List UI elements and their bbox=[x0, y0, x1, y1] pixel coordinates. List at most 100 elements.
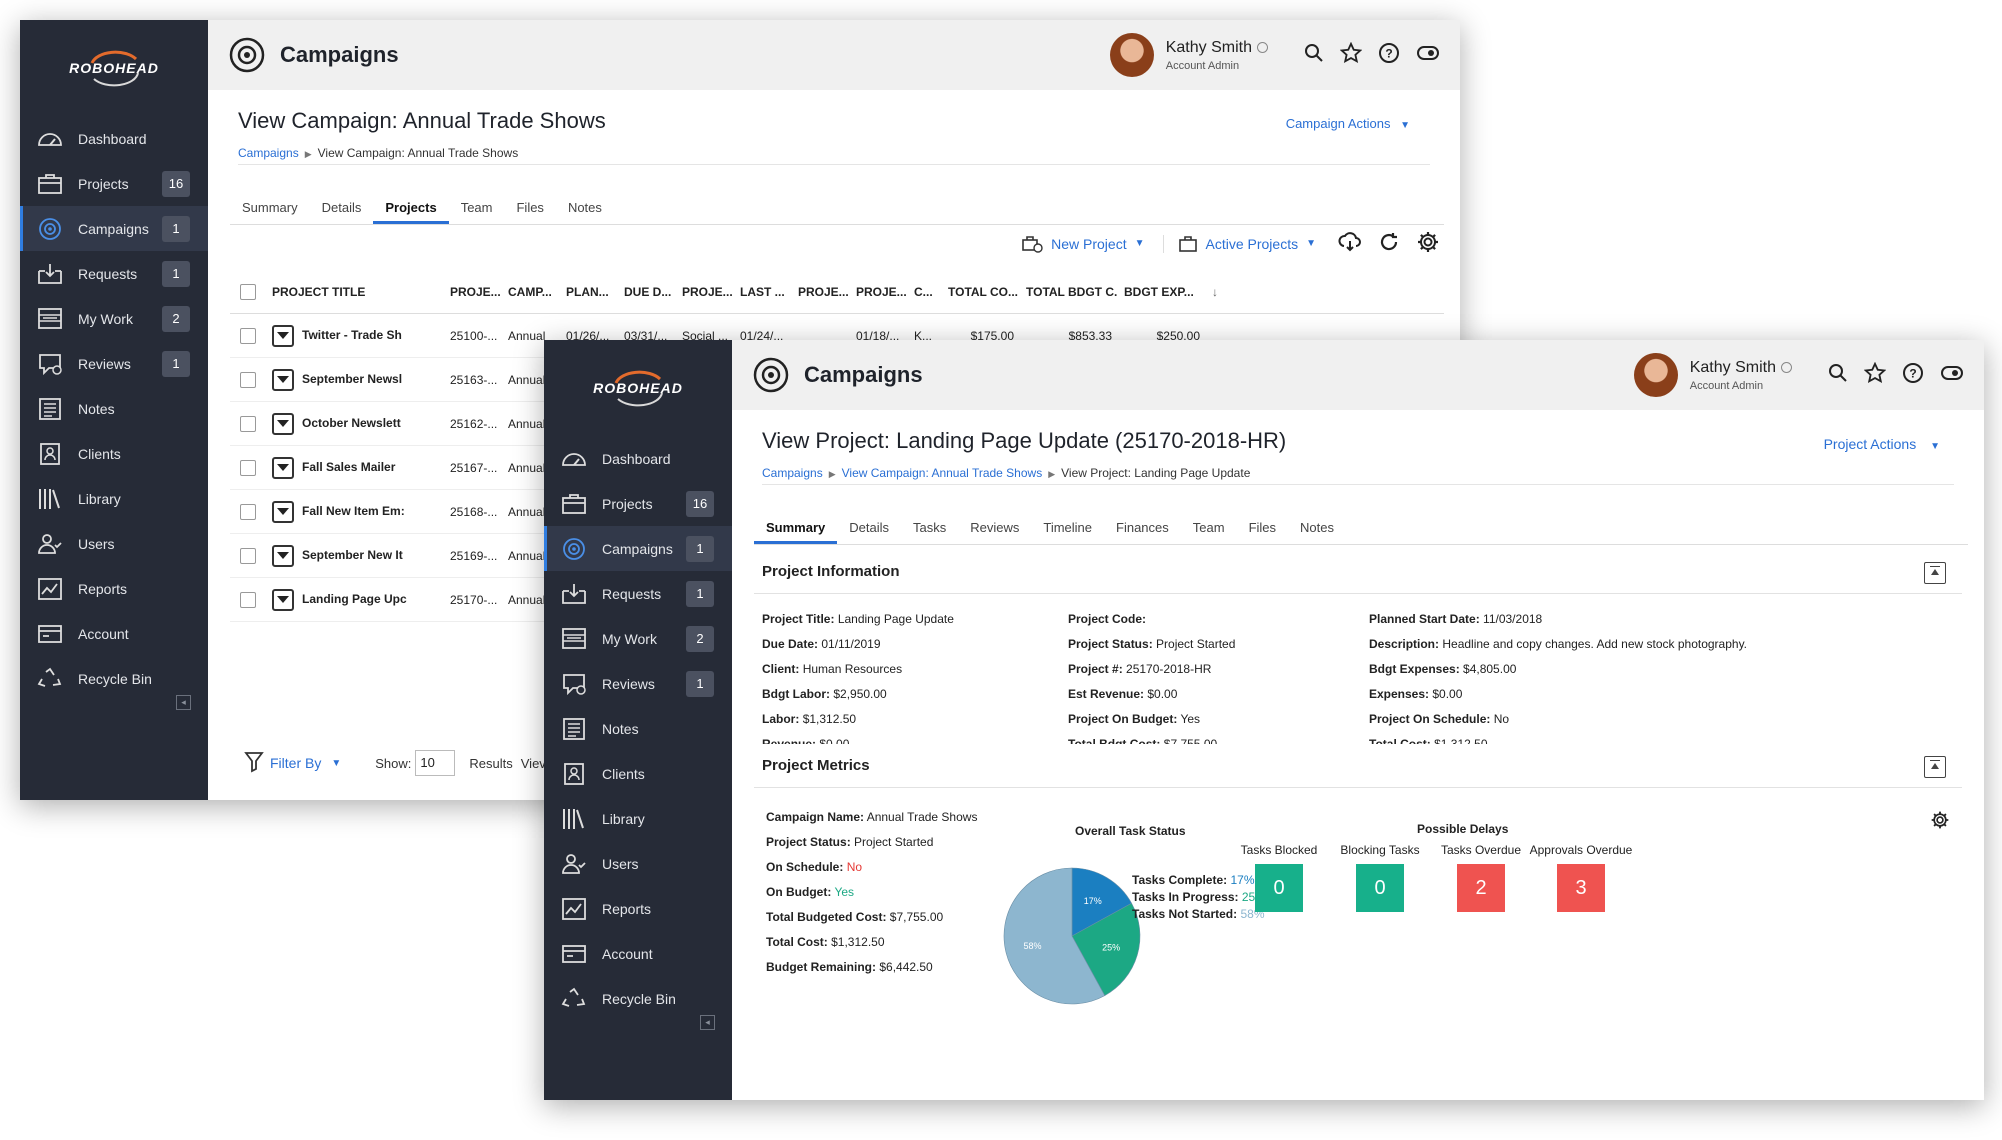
star-icon[interactable] bbox=[1339, 41, 1363, 69]
delay-count-box[interactable]: 0 bbox=[1255, 864, 1303, 912]
tab-summary[interactable]: Summary bbox=[754, 512, 838, 544]
select-all-checkbox[interactable] bbox=[240, 283, 256, 300]
robohead-logo[interactable]: ROBOHEAD bbox=[20, 20, 208, 116]
row-checkbox[interactable] bbox=[240, 547, 256, 564]
sidebar-item-clients[interactable]: Clients bbox=[20, 431, 208, 476]
help-icon[interactable]: ? bbox=[1378, 42, 1400, 69]
column-header[interactable]: PROJECT TITLE bbox=[266, 285, 444, 299]
settings-gear-icon[interactable] bbox=[1416, 230, 1440, 257]
sidebar-item-dashboard[interactable]: Dashboard bbox=[544, 436, 732, 481]
column-header[interactable]: BDGT EXP... bbox=[1118, 285, 1206, 299]
sidebar-item-my-work[interactable]: My Work 2 bbox=[544, 616, 732, 661]
column-header[interactable]: DUE D... bbox=[618, 285, 676, 299]
search-icon[interactable] bbox=[1304, 43, 1324, 68]
tab-projects[interactable]: Projects bbox=[373, 192, 449, 224]
refresh-icon[interactable] bbox=[1378, 231, 1400, 256]
avatar[interactable] bbox=[1633, 353, 1678, 397]
expand-row-icon[interactable] bbox=[272, 412, 294, 435]
expand-row-icon[interactable] bbox=[272, 368, 294, 391]
sidebar-item-reports[interactable]: Reports bbox=[20, 566, 208, 611]
collapse-section-icon[interactable] bbox=[1924, 756, 1946, 778]
sidebar-item-library[interactable]: Library bbox=[544, 796, 732, 841]
sidebar-item-reviews[interactable]: Reviews 1 bbox=[20, 341, 208, 386]
column-header[interactable]: PROJE... bbox=[676, 285, 734, 299]
project-title-cell[interactable]: Fall Sales Mailer bbox=[302, 460, 395, 474]
tab-summary[interactable]: Summary bbox=[230, 192, 310, 224]
help-icon[interactable]: ? bbox=[1902, 362, 1924, 389]
sidebar-item-dashboard[interactable]: Dashboard bbox=[20, 116, 208, 161]
column-header[interactable]: TOTAL BDGT C... bbox=[1020, 285, 1118, 299]
tab-details[interactable]: Details bbox=[310, 192, 374, 224]
project-title-cell[interactable]: Twitter - Trade Sh bbox=[302, 328, 402, 342]
sidebar-item-projects[interactable]: Projects 16 bbox=[544, 481, 732, 526]
column-header[interactable]: TOTAL CO... bbox=[942, 285, 1020, 299]
breadcrumb-campaigns[interactable]: Campaigns bbox=[762, 466, 823, 480]
expand-row-icon[interactable] bbox=[272, 588, 294, 611]
sidebar-item-campaigns[interactable]: Campaigns 1 bbox=[20, 206, 208, 251]
toggle-icon[interactable] bbox=[1416, 44, 1440, 67]
expand-row-icon[interactable] bbox=[272, 544, 294, 567]
project-title-cell[interactable]: September Newsl bbox=[302, 372, 402, 386]
sidebar-item-reviews[interactable]: Reviews 1 bbox=[544, 661, 732, 706]
sort-arrow-icon[interactable]: ↓ bbox=[1206, 285, 1236, 299]
row-checkbox[interactable] bbox=[240, 371, 256, 388]
project-title-cell[interactable]: Landing Page Upc bbox=[302, 592, 407, 606]
tab-finances[interactable]: Finances bbox=[1104, 512, 1181, 544]
column-header[interactable]: LAST ... bbox=[734, 285, 792, 299]
tab-team[interactable]: Team bbox=[1181, 512, 1237, 544]
column-header[interactable]: PROJE... bbox=[850, 285, 908, 299]
filter-by-button[interactable]: Filter By bbox=[270, 755, 321, 771]
column-header[interactable]: C... bbox=[908, 285, 942, 299]
breadcrumb-campaign[interactable]: View Campaign: Annual Trade Shows bbox=[842, 466, 1043, 480]
cloud-download-icon[interactable] bbox=[1338, 231, 1362, 256]
sidebar-item-account[interactable]: Account bbox=[544, 931, 732, 976]
delay-count-box[interactable]: 0 bbox=[1356, 864, 1404, 912]
expand-row-icon[interactable] bbox=[272, 500, 294, 523]
tab-files[interactable]: Files bbox=[1237, 512, 1288, 544]
collapse-section-icon[interactable] bbox=[1924, 562, 1946, 584]
filter-icon[interactable] bbox=[244, 751, 264, 776]
sidebar-item-requests[interactable]: Requests 1 bbox=[544, 571, 732, 616]
sidebar-item-my-work[interactable]: My Work 2 bbox=[20, 296, 208, 341]
project-title-cell[interactable]: Fall New Item Em: bbox=[302, 504, 405, 518]
tab-reviews[interactable]: Reviews bbox=[958, 512, 1031, 544]
user-name[interactable]: Kathy Smith bbox=[1690, 359, 1776, 376]
collapse-sidebar-button[interactable]: ◂ bbox=[700, 1015, 715, 1030]
breadcrumb-campaigns[interactable]: Campaigns bbox=[238, 146, 299, 160]
row-checkbox[interactable] bbox=[240, 327, 256, 344]
row-checkbox[interactable] bbox=[240, 459, 256, 476]
tab-timeline[interactable]: Timeline bbox=[1031, 512, 1104, 544]
project-title-cell[interactable]: September New It bbox=[302, 548, 403, 562]
star-icon[interactable] bbox=[1863, 361, 1887, 389]
tab-notes[interactable]: Notes bbox=[556, 192, 614, 224]
campaign-actions-button[interactable]: Campaign Actions ▼ bbox=[1286, 116, 1410, 131]
metrics-settings-icon[interactable] bbox=[1930, 810, 1950, 835]
sidebar-item-library[interactable]: Library bbox=[20, 476, 208, 521]
row-checkbox[interactable] bbox=[240, 415, 256, 432]
column-header[interactable]: PLAN... bbox=[560, 285, 618, 299]
delay-count-box[interactable]: 2 bbox=[1457, 864, 1505, 912]
sidebar-item-users[interactable]: Users bbox=[20, 521, 208, 566]
show-count-input[interactable]: 10 bbox=[415, 750, 456, 776]
column-header[interactable]: PROJE... bbox=[792, 285, 850, 299]
project-actions-button[interactable]: Project Actions ▼ bbox=[1824, 436, 1940, 452]
sidebar-item-account[interactable]: Account bbox=[20, 611, 208, 656]
sidebar-item-campaigns[interactable]: Campaigns 1 bbox=[544, 526, 732, 571]
user-name[interactable]: Kathy Smith bbox=[1166, 39, 1252, 56]
tab-files[interactable]: Files bbox=[504, 192, 555, 224]
sidebar-item-notes[interactable]: Notes bbox=[20, 386, 208, 431]
tab-tasks[interactable]: Tasks bbox=[901, 512, 958, 544]
sidebar-item-notes[interactable]: Notes bbox=[544, 706, 732, 751]
sidebar-item-users[interactable]: Users bbox=[544, 841, 732, 886]
column-header[interactable]: PROJE... bbox=[444, 285, 502, 299]
project-title-cell[interactable]: October Newslett bbox=[302, 416, 401, 430]
tab-notes[interactable]: Notes bbox=[1288, 512, 1346, 544]
new-project-button[interactable]: New Project ▼ bbox=[1021, 235, 1145, 253]
search-icon[interactable] bbox=[1828, 363, 1848, 388]
tab-details[interactable]: Details bbox=[837, 512, 901, 544]
delay-count-box[interactable]: 3 bbox=[1557, 864, 1605, 912]
row-checkbox[interactable] bbox=[240, 503, 256, 520]
active-projects-dropdown[interactable]: Active Projects ▼ bbox=[1162, 234, 1316, 253]
expand-row-icon[interactable] bbox=[272, 324, 294, 347]
sidebar-item-projects[interactable]: Projects 16 bbox=[20, 161, 208, 206]
